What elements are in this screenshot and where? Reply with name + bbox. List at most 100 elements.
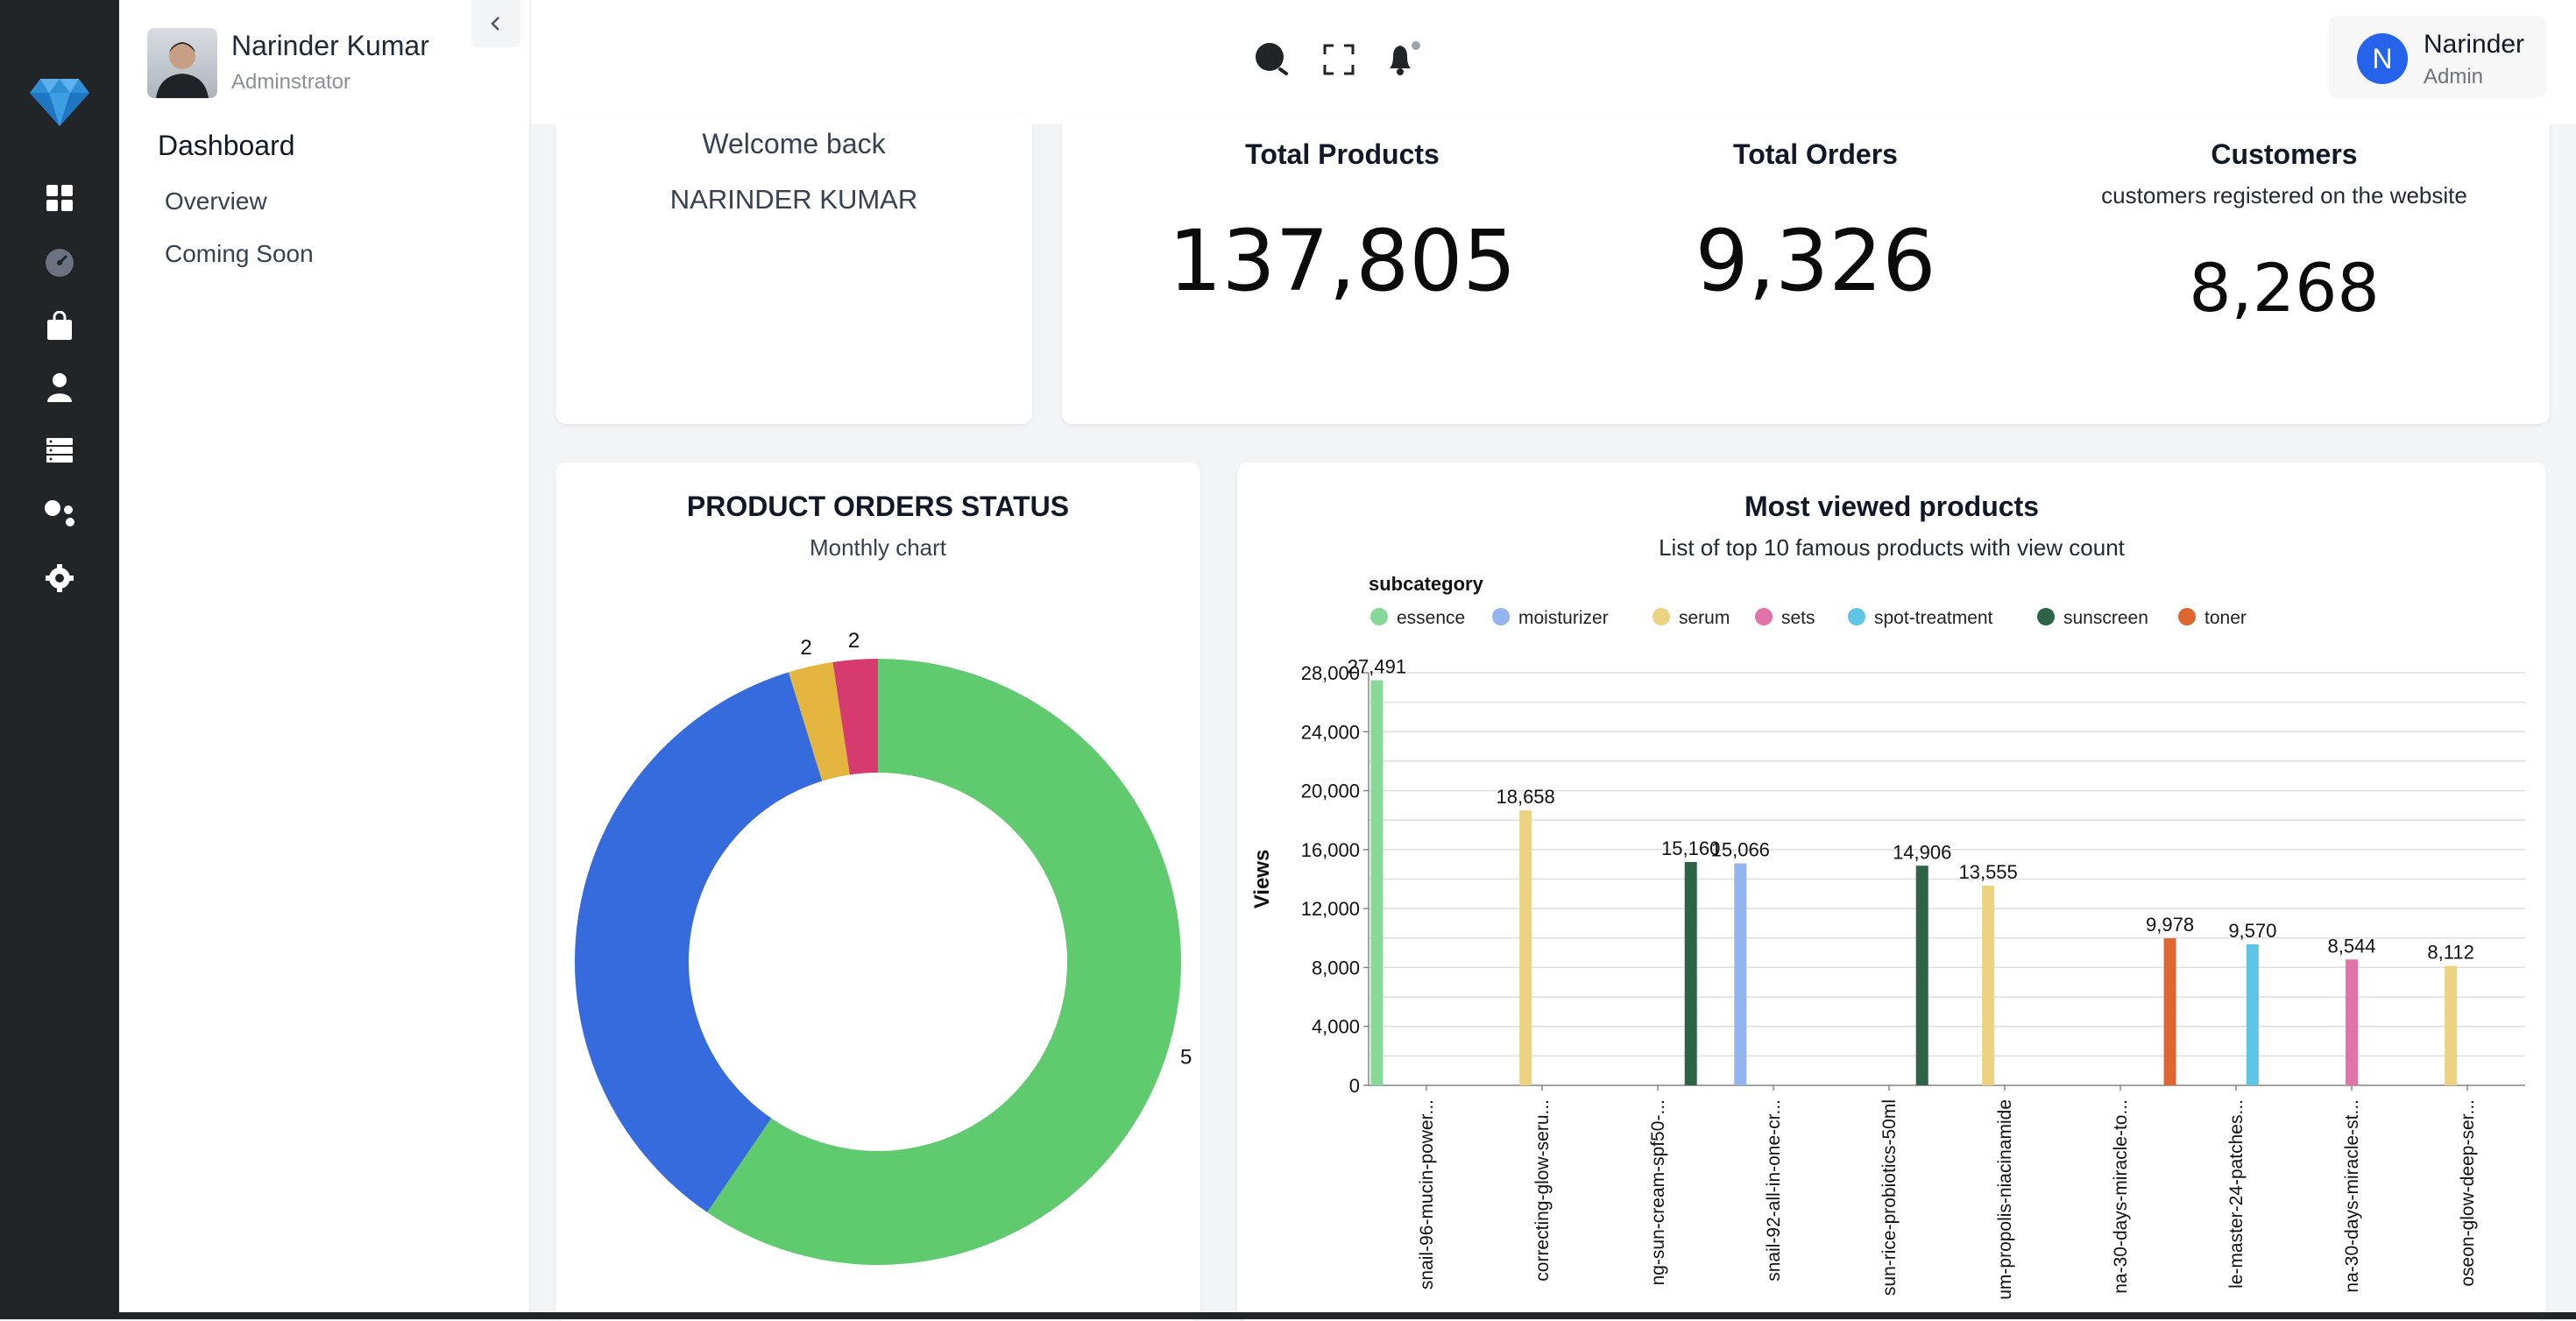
gauge-icon[interactable] bbox=[42, 245, 77, 280]
icon-rail bbox=[0, 0, 119, 1319]
user-menu-role: Admin bbox=[2424, 65, 2484, 88]
legend-swatch bbox=[2178, 608, 2196, 625]
collapse-sidebar-button[interactable] bbox=[471, 0, 520, 47]
x-tick-label: na-30-days-miracle-to... bbox=[2111, 1099, 2131, 1294]
shopping-bag-icon[interactable] bbox=[42, 308, 77, 343]
user-icon[interactable] bbox=[42, 370, 77, 405]
stat-value: 8,268 bbox=[2189, 249, 2380, 327]
x-tick-label: ng-sun-cream-spf50-... bbox=[1648, 1099, 1668, 1285]
stat-customers: Customers customers registered on the we… bbox=[2061, 138, 2508, 401]
stat-total-products: Total Products 137,805 bbox=[1115, 138, 1570, 401]
bar-value-label: 8,544 bbox=[2327, 935, 2375, 957]
legend-title: subcategory bbox=[1369, 573, 1484, 595]
sidebar-item-coming-soon[interactable]: Coming Soon bbox=[165, 240, 314, 268]
settings-gear-icon[interactable] bbox=[42, 561, 77, 596]
x-tick-label: oseon-glow-deep-ser... bbox=[2458, 1099, 2478, 1287]
bar[interactable] bbox=[1370, 680, 1384, 1085]
sidebar-section-dashboard[interactable]: Dashboard bbox=[158, 130, 295, 162]
bar-value-label: 27,491 bbox=[1348, 656, 1406, 678]
bar-value-label: 9,570 bbox=[2228, 920, 2276, 942]
sidebar-item-overview[interactable]: Overview bbox=[165, 187, 267, 215]
legend-swatch bbox=[1848, 608, 1865, 625]
legend-label[interactable]: toner bbox=[2204, 608, 2247, 628]
stat-value: 9,326 bbox=[1695, 212, 1936, 310]
donut-chart-title: PRODUCT ORDERS STATUS bbox=[686, 491, 1070, 522]
bar[interactable] bbox=[2346, 959, 2358, 1085]
x-tick-label: na-30-days-miracle-st... bbox=[2342, 1099, 2362, 1293]
stat-value: 137,805 bbox=[1168, 212, 1517, 310]
stat-title: Customers bbox=[2211, 138, 2358, 170]
bar[interactable] bbox=[2445, 965, 2458, 1085]
search-icon[interactable] bbox=[1251, 39, 1293, 81]
donut-chart-subtitle: Monthly chart bbox=[809, 534, 947, 561]
y-tick-label: 16,000 bbox=[1301, 839, 1360, 861]
bar-value-label: 15,066 bbox=[1711, 839, 1770, 861]
bar[interactable] bbox=[1684, 861, 1697, 1085]
legend-label[interactable]: moisturizer bbox=[1518, 608, 1609, 628]
bell-icon[interactable] bbox=[1381, 39, 1423, 81]
sidebar-user-name: Narinder Kumar bbox=[231, 30, 429, 61]
x-tick-label: sun-rice-probiotics-50ml bbox=[1879, 1099, 1900, 1296]
top-bar: N Narinder Admin bbox=[531, 0, 2576, 124]
y-tick-label: 8,000 bbox=[1312, 957, 1360, 978]
most-viewed-bar-chart: subcategory essence moisturizer serum sets sp… bbox=[1250, 573, 2525, 1300]
most-viewed-card: Most viewed products List of top 10 famo… bbox=[1237, 463, 2546, 1321]
legend-label[interactable]: essence bbox=[1397, 608, 1465, 628]
legend-swatch bbox=[2037, 608, 2055, 625]
bar[interactable] bbox=[2246, 944, 2259, 1085]
welcome-text: Welcome back bbox=[702, 128, 886, 159]
user-menu[interactable]: N Narinder Admin bbox=[2329, 16, 2546, 98]
bar[interactable] bbox=[1915, 865, 1928, 1085]
diamond-logo-icon[interactable] bbox=[28, 75, 91, 128]
y-tick-label: 4,000 bbox=[1312, 1016, 1360, 1038]
welcome-card: Welcome back NARINDER KUMAR bbox=[556, 114, 1032, 424]
orders-status-donut-chart: 5 2 2 bbox=[575, 629, 1192, 1265]
fullscreen-icon[interactable] bbox=[1318, 39, 1360, 81]
y-tick-label: 24,000 bbox=[1301, 721, 1360, 743]
dashboard-grid-icon[interactable] bbox=[42, 180, 77, 215]
stat-total-orders: Total Orders 9,326 bbox=[1588, 138, 2043, 401]
stat-title: Total Orders bbox=[1733, 138, 1898, 170]
y-tick-label: 12,000 bbox=[1301, 898, 1360, 920]
legend-label[interactable]: serum bbox=[1679, 608, 1730, 628]
user-initial-avatar: N bbox=[2357, 33, 2408, 84]
donut-slice-label: 2 bbox=[848, 629, 860, 653]
server-list-icon[interactable] bbox=[42, 433, 77, 468]
x-tick-label: snail-96-mucin-power... bbox=[1417, 1099, 1437, 1289]
y-tick-label: 0 bbox=[1349, 1075, 1360, 1097]
legend-swatch bbox=[1652, 608, 1670, 625]
sidebar: Narinder Kumar Adminstrator Dashboard Ov… bbox=[119, 0, 531, 1319]
legend-swatch bbox=[1370, 608, 1388, 625]
y-axis-label: Views bbox=[1250, 850, 1274, 909]
x-tick-label: snail-92-all-in-one-cr... bbox=[1764, 1099, 1784, 1282]
bar[interactable] bbox=[1734, 863, 1747, 1085]
legend-label[interactable]: sunscreen bbox=[2063, 608, 2148, 628]
bar[interactable] bbox=[1982, 885, 1995, 1085]
bar-value-label: 14,906 bbox=[1893, 841, 1951, 863]
bar-value-label: 8,112 bbox=[2427, 942, 2473, 964]
legend-swatch bbox=[1492, 608, 1510, 625]
bar-value-label: 13,555 bbox=[1958, 861, 2017, 883]
legend-label[interactable]: sets bbox=[1781, 608, 1815, 628]
legend-label[interactable]: spot-treatment bbox=[1874, 608, 1993, 628]
x-tick-label: um-propolis-niacinamide bbox=[1995, 1099, 2015, 1300]
y-tick-label: 20,000 bbox=[1301, 781, 1360, 802]
chevron-left-icon bbox=[491, 17, 499, 31]
stats-card: Total Products 137,805 Total Orders 9,32… bbox=[1062, 114, 2550, 424]
legend-swatch bbox=[1755, 608, 1773, 625]
bar[interactable] bbox=[1519, 810, 1532, 1085]
x-tick-label: le-master-24-patches... bbox=[2226, 1099, 2247, 1289]
donut-slice-label: 5 bbox=[1180, 1045, 1192, 1069]
orders-status-card: PRODUCT ORDERS STATUS Monthly chart 5 2 2 bbox=[556, 463, 1200, 1321]
bar-value-label: 18,658 bbox=[1496, 786, 1554, 808]
bar-value-label: 9,978 bbox=[2146, 914, 2194, 936]
stat-title: Total Products bbox=[1245, 138, 1440, 170]
people-group-icon[interactable] bbox=[42, 496, 77, 531]
user-menu-name: Narinder bbox=[2424, 30, 2525, 59]
avatar[interactable] bbox=[147, 28, 217, 98]
donut-slice-label: 2 bbox=[800, 636, 811, 660]
bar[interactable] bbox=[2163, 938, 2176, 1085]
bottom-edge bbox=[119, 1312, 2576, 1319]
sidebar-user-role: Adminstrator bbox=[231, 70, 351, 94]
welcome-user-name: NARINDER KUMAR bbox=[669, 184, 918, 215]
